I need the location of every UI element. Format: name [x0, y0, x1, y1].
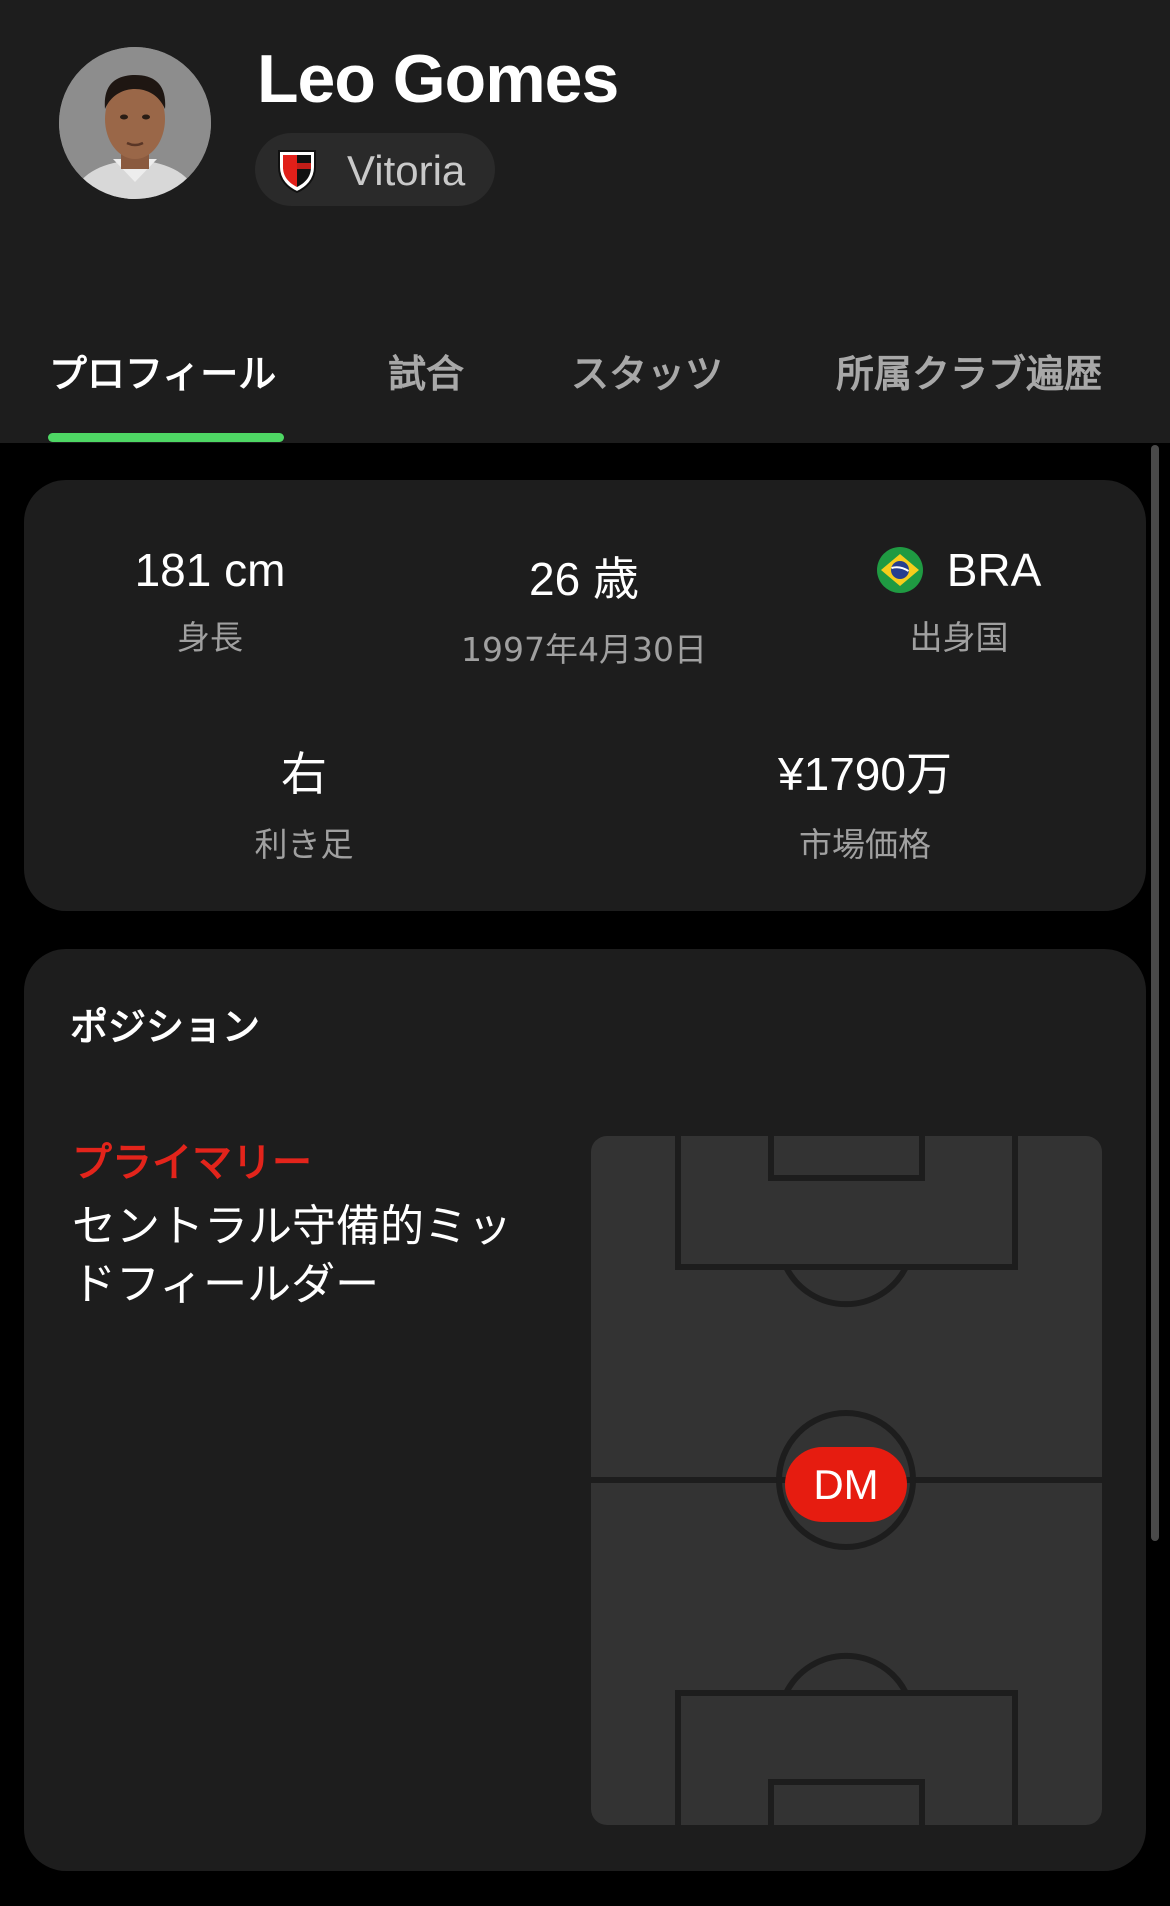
- country-code: BRA: [946, 544, 1042, 596]
- player-stats-card: 181 cm 身長 26 歳 1997年4月30日 BRA 出身国 右 利き足 …: [24, 480, 1146, 911]
- primary-position-label: プライマリー: [72, 1140, 312, 1186]
- stat-country: BRA 出身国: [799, 543, 1119, 659]
- height-label: 身長: [177, 618, 243, 657]
- country-value: BRA: [799, 543, 1119, 597]
- stat-market-value: ¥1790万 市場価格: [705, 738, 1025, 866]
- active-tab-indicator: [48, 433, 284, 442]
- club-link[interactable]: Vitoria: [255, 133, 495, 206]
- tab-profile[interactable]: プロフィール: [49, 343, 276, 398]
- position-badge-dm: DM: [785, 1447, 907, 1522]
- market-value-label: 市場価格: [799, 825, 931, 864]
- foot-label: 利き足: [254, 825, 354, 864]
- market-value: ¥1790万: [778, 748, 952, 800]
- club-name: Vitoria: [347, 147, 466, 194]
- tab-stats[interactable]: スタッツ: [571, 343, 723, 398]
- country-label: 出身国: [909, 618, 1009, 657]
- player-name: Leo Gomes: [257, 41, 619, 117]
- club-crest-icon: [278, 150, 316, 193]
- player-header: Leo Gomes Vitoria プロフィール 試合 スタッツ 所属クラブ遍歴: [0, 0, 1170, 443]
- foot-value: 右: [281, 748, 327, 800]
- position-card: ポジション プライマリー セントラル守備的ミッドフィールダー DM: [24, 949, 1146, 1871]
- tab-matches[interactable]: 試合: [388, 343, 464, 398]
- position-section-title: ポジション: [70, 1005, 261, 1049]
- stat-age: 26 歳 1997年4月30日: [424, 543, 744, 671]
- player-avatar: [59, 47, 211, 199]
- stat-height: 181 cm 身長: [50, 543, 370, 659]
- tab-career[interactable]: 所属クラブ遍歴: [836, 343, 1102, 398]
- birth-date: 1997年4月30日: [461, 630, 707, 669]
- scrollbar[interactable]: [1151, 445, 1159, 1541]
- stat-foot: 右 利き足: [144, 738, 464, 866]
- age-value: 26 歳: [529, 553, 639, 605]
- height-value: 181 cm: [134, 544, 286, 596]
- brazil-flag-icon: [876, 547, 923, 593]
- primary-position-name: セントラル守備的ミッドフィールダー: [72, 1201, 512, 1310]
